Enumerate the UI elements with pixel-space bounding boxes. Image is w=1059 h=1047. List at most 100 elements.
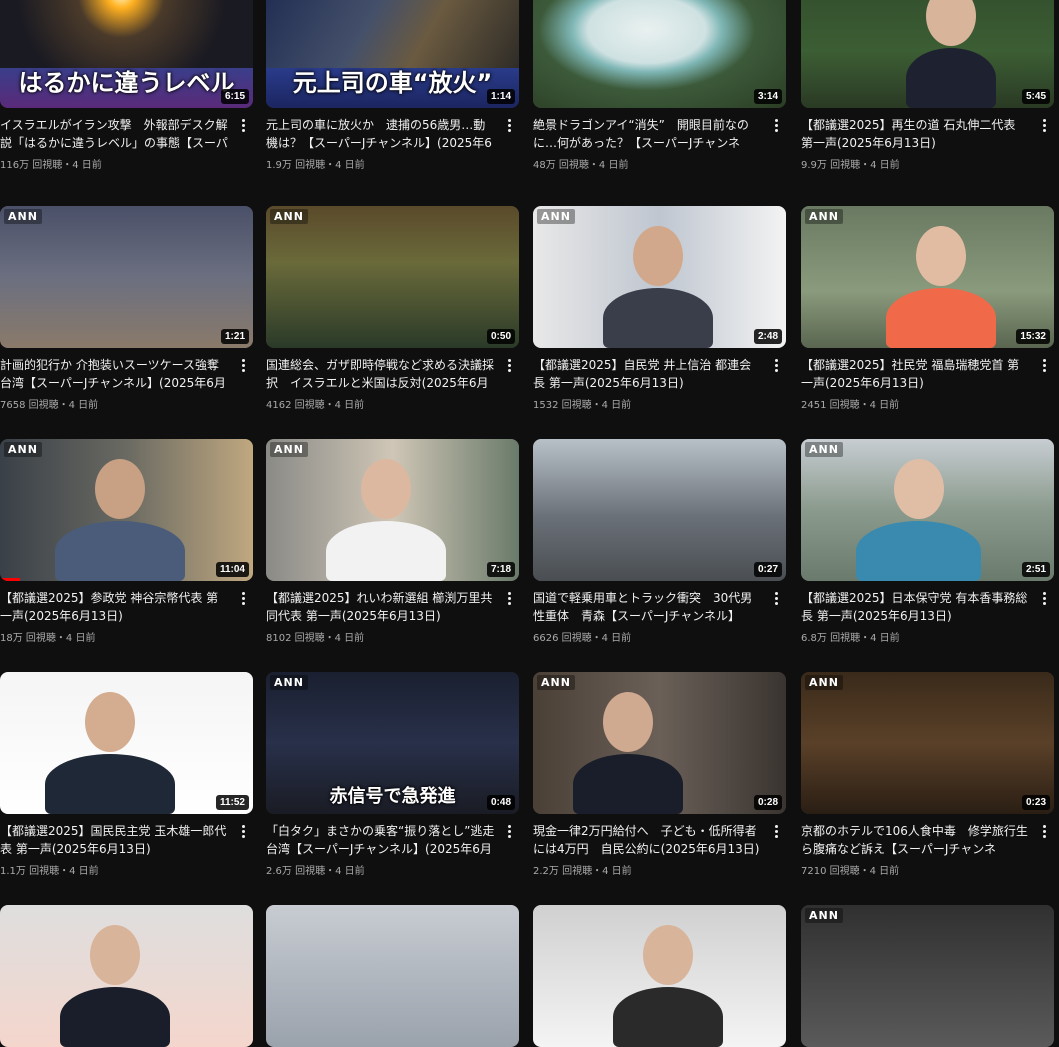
person-figure xyxy=(856,521,981,581)
video-title[interactable]: 国道で軽乗用車とトラック衝突 30代男性重体 青森【スーパーJチャンネル】(20… xyxy=(533,589,762,625)
video-card[interactable]: はるかに違うレベル 6:15 イスラエルがイラン攻撃 外報部デスク解説「はるかに違う… xyxy=(0,0,253,171)
video-title[interactable]: 【都議選2025】社民党 福島瑞穂党首 第一声(2025年6月13日) xyxy=(801,356,1030,392)
video-card[interactable]: 3:14 絶景ドラゴンアイ“消失” 開眼目前なのに…何があった？【スーパーJチャン… xyxy=(533,0,786,171)
ann-news-logo: ANN xyxy=(537,675,575,690)
ann-news-logo: ANN xyxy=(4,209,42,224)
more-options-icon[interactable] xyxy=(503,356,515,374)
duration-badge: 0:23 xyxy=(1021,795,1050,810)
person-figure xyxy=(886,288,996,348)
video-card[interactable] xyxy=(533,905,786,1047)
video-meta: 【都議選2025】国民民主党 玉木雄一郎代表 第一声(2025年6月13日) 1.… xyxy=(0,814,253,877)
video-card[interactable]: ANN 7:18 【都議選2025】れいわ新選組 櫛渕万里共同代表 第一声(2025… xyxy=(266,439,519,644)
duration-badge: 0:50 xyxy=(486,329,515,344)
more-options-icon[interactable] xyxy=(770,589,782,607)
video-meta: 「白タク」まさかの乗客“振り落とし”逃走 台湾【スーパーJチャンネル】(2025… xyxy=(266,814,519,877)
more-options-icon[interactable] xyxy=(770,822,782,840)
video-card[interactable]: ANN 2:48 【都議選2025】自民党 井上信治 都連会長 第一声(2025年6… xyxy=(533,206,786,411)
duration-badge: 11:04 xyxy=(215,562,249,577)
video-thumbnail[interactable]: ANN 2:48 xyxy=(533,206,786,348)
person-head xyxy=(633,226,683,286)
video-card[interactable]: 赤信号で急発進 ANN 0:48 「白タク」まさかの乗客“振り落とし”逃走 台湾【スー… xyxy=(266,672,519,877)
video-title[interactable]: 現金一律2万円給付へ 子ども・低所得者には4万円 自民公約に(2025年6月13… xyxy=(533,822,762,858)
video-card[interactable]: 5:45 【都議選2025】再生の道 石丸伸二代表 第一声(2025年6月13日)… xyxy=(801,0,1054,171)
video-thumbnail[interactable] xyxy=(0,905,253,1047)
more-options-icon[interactable] xyxy=(237,116,249,134)
video-title[interactable]: 元上司の車に放火か 逮捕の56歳男…動機は？【スーパーJチャンネル】(2025年… xyxy=(266,116,495,152)
video-card[interactable]: 元上司の車“放火” 1:14 元上司の車に放火か 逮捕の56歳男…動機は？【スーパー… xyxy=(266,0,519,171)
video-card[interactable]: 11:52 【都議選2025】国民民主党 玉木雄一郎代表 第一声(2025年6月1… xyxy=(0,672,253,877)
thumbnail-image xyxy=(0,206,253,348)
video-title[interactable]: 「白タク」まさかの乗客“振り落とし”逃走 台湾【スーパーJチャンネル】(2025… xyxy=(266,822,495,858)
video-thumbnail[interactable]: ANN 7:18 xyxy=(266,439,519,581)
person-figure xyxy=(613,987,723,1047)
video-card[interactable]: 0:27 国道で軽乗用車とトラック衝突 30代男性重体 青森【スーパーJチャンネル… xyxy=(533,439,786,644)
video-stats: 18万 回視聴・4 日前 xyxy=(0,633,96,644)
thumbnail-caption: はるかに違うレベル xyxy=(18,69,235,97)
video-thumbnail[interactable]: 0:27 xyxy=(533,439,786,581)
more-options-icon[interactable] xyxy=(1038,116,1050,134)
video-thumbnail[interactable]: 11:52 xyxy=(0,672,253,814)
video-card[interactable] xyxy=(0,905,253,1047)
video-title[interactable]: 【都議選2025】日本保守党 有本香事務総長 第一声(2025年6月13日) xyxy=(801,589,1030,625)
video-thumbnail[interactable] xyxy=(533,905,786,1047)
more-options-icon[interactable] xyxy=(1038,822,1050,840)
more-options-icon[interactable] xyxy=(237,589,249,607)
video-stats: 9.9万 回視聴・4 日前 xyxy=(801,160,900,171)
person-figure xyxy=(906,48,996,108)
video-thumbnail[interactable]: ANN 0:23 xyxy=(801,672,1054,814)
video-thumbnail[interactable]: ANN 15:32 xyxy=(801,206,1054,348)
video-thumbnail[interactable]: ANN xyxy=(801,905,1054,1047)
video-thumbnail[interactable]: 5:45 xyxy=(801,0,1054,108)
video-thumbnail[interactable]: 3:14 xyxy=(533,0,786,108)
video-thumbnail[interactable]: 元上司の車“放火” 1:14 xyxy=(266,0,519,108)
video-title[interactable]: 絶景ドラゴンアイ“消失” 開眼目前なのに…何があった？【スーパーJチャンネル】… xyxy=(533,116,762,152)
video-title[interactable]: イスラエルがイラン攻撃 外報部デスク解説「はるかに違うレベル」の事態【スーパー… xyxy=(0,116,229,152)
video-thumbnail[interactable] xyxy=(266,905,519,1047)
video-title[interactable]: 【都議選2025】参政党 神谷宗幣代表 第一声(2025年6月13日) xyxy=(0,589,229,625)
video-title[interactable]: 【都議選2025】国民民主党 玉木雄一郎代表 第一声(2025年6月13日) xyxy=(0,822,229,858)
video-thumbnail[interactable]: ANN 0:50 xyxy=(266,206,519,348)
video-title[interactable]: 【都議選2025】再生の道 石丸伸二代表 第一声(2025年6月13日) xyxy=(801,116,1030,152)
person-head xyxy=(893,459,944,519)
ann-news-logo: ANN xyxy=(805,908,843,923)
more-options-icon[interactable] xyxy=(1038,356,1050,374)
more-options-icon[interactable] xyxy=(503,822,515,840)
video-card[interactable]: ANN 15:32 【都議選2025】社民党 福島瑞穂党首 第一声(2025年6月1… xyxy=(801,206,1054,411)
video-card[interactable]: ANN 2:51 【都議選2025】日本保守党 有本香事務総長 第一声(2025年6… xyxy=(801,439,1054,644)
video-title[interactable]: 京都のホテルで106人食中毒 修学旅行生ら腹痛など訴え【スーパーJチャンネル】… xyxy=(801,822,1030,858)
video-stats: 1.1万 回視聴・4 日前 xyxy=(0,866,99,877)
video-title[interactable]: 計画的犯行か 介抱装いスーツケース強奪 台湾【スーパーJチャンネル】(2025年… xyxy=(0,356,229,392)
video-card[interactable]: ANN 0:50 国連総会、ガザ即時停戦など求める決議採択 イスラエルと米国は反対(… xyxy=(266,206,519,411)
video-title[interactable]: 国連総会、ガザ即時停戦など求める決議採択 イスラエルと米国は反対(2025年6月… xyxy=(266,356,495,392)
duration-badge: 1:14 xyxy=(486,89,515,104)
video-thumbnail[interactable]: 赤信号で急発進 ANN 0:48 xyxy=(266,672,519,814)
ann-news-logo: ANN xyxy=(537,209,575,224)
video-thumbnail[interactable]: ANN 11:04 xyxy=(0,439,253,581)
video-thumbnail[interactable]: はるかに違うレベル 6:15 xyxy=(0,0,253,108)
more-options-icon[interactable] xyxy=(503,589,515,607)
thumbnail-image xyxy=(801,905,1054,1047)
video-card[interactable]: ANN xyxy=(801,905,1054,1047)
more-options-icon[interactable] xyxy=(770,356,782,374)
video-card[interactable]: ANN 1:21 計画的犯行か 介抱装いスーツケース強奪 台湾【スーパーJチャンネル… xyxy=(0,206,253,411)
more-options-icon[interactable] xyxy=(503,116,515,134)
person-figure xyxy=(573,754,683,814)
video-title[interactable]: 【都議選2025】れいわ新選組 櫛渕万里共同代表 第一声(2025年6月13日) xyxy=(266,589,495,625)
video-card[interactable]: ANN 0:28 現金一律2万円給付へ 子ども・低所得者には4万円 自民公約に(20… xyxy=(533,672,786,877)
more-options-icon[interactable] xyxy=(1038,589,1050,607)
person-head xyxy=(916,226,966,286)
video-thumbnail[interactable]: ANN 2:51 xyxy=(801,439,1054,581)
video-card[interactable]: ANN 11:04 【都議選2025】参政党 神谷宗幣代表 第一声(2025年6月1… xyxy=(0,439,253,644)
duration-badge: 2:51 xyxy=(1021,562,1050,577)
duration-badge: 0:28 xyxy=(753,795,782,810)
video-thumbnail[interactable]: ANN 1:21 xyxy=(0,206,253,348)
video-title[interactable]: 【都議選2025】自民党 井上信治 都連会長 第一声(2025年6月13日) xyxy=(533,356,762,392)
duration-badge: 2:48 xyxy=(753,329,782,344)
video-meta: イスラエルがイラン攻撃 外報部デスク解説「はるかに違うレベル」の事態【スーパー…… xyxy=(0,108,253,171)
more-options-icon[interactable] xyxy=(770,116,782,134)
video-thumbnail[interactable]: ANN 0:28 xyxy=(533,672,786,814)
more-options-icon[interactable] xyxy=(237,822,249,840)
more-options-icon[interactable] xyxy=(237,356,249,374)
video-card[interactable] xyxy=(266,905,519,1047)
video-card[interactable]: ANN 0:23 京都のホテルで106人食中毒 修学旅行生ら腹痛など訴え【スーパーJ… xyxy=(801,672,1054,877)
